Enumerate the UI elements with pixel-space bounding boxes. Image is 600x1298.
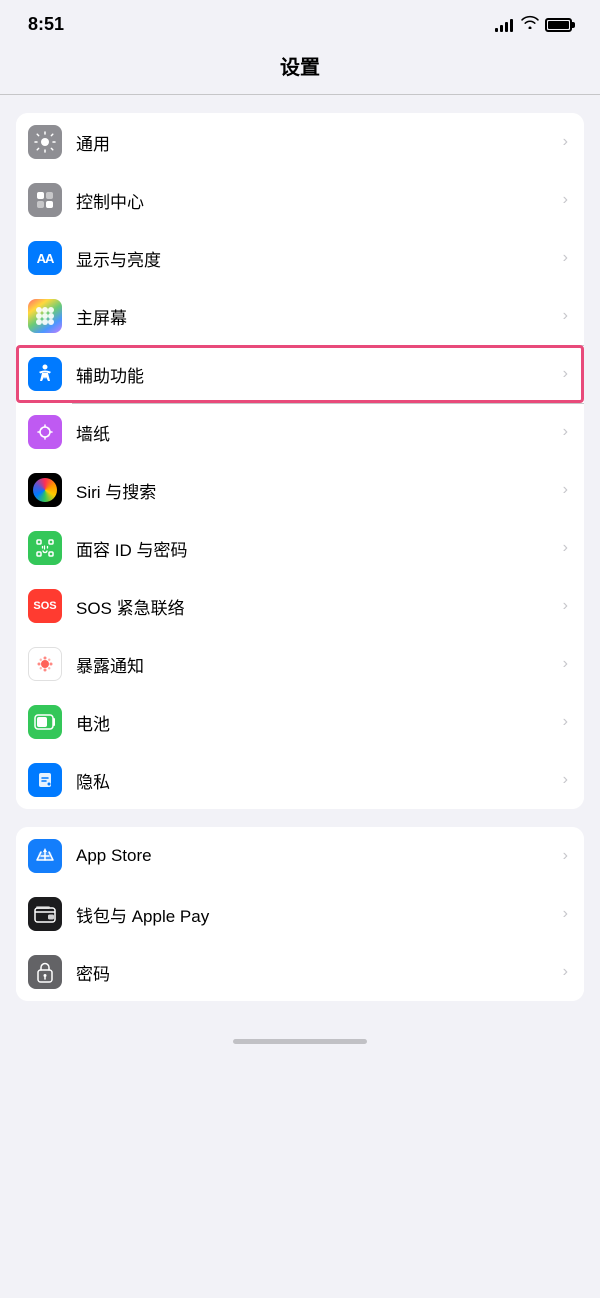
wallet-label: 钱包与 Apple Pay	[76, 902, 563, 927]
appstore-icon	[28, 839, 62, 873]
wallet-icon	[28, 897, 62, 931]
siri-icon	[28, 473, 62, 507]
battery-settings-chevron: ›	[563, 713, 568, 731]
control-center-chevron: ›	[563, 191, 568, 209]
exposure-chevron: ›	[563, 655, 568, 673]
privacy-icon	[28, 763, 62, 797]
row-wallpaper[interactable]: 墙纸 ›	[16, 403, 584, 461]
settings-group-store: App Store › 钱包与 Apple Pay › 密码 ›	[16, 827, 584, 1001]
display-label: 显示与亮度	[76, 246, 563, 271]
password-label: 密码	[76, 960, 563, 985]
row-home-screen[interactable]: 主屏幕 ›	[16, 287, 584, 345]
wallet-chevron: ›	[563, 905, 568, 923]
exposure-label: 暴露通知	[76, 652, 563, 677]
battery-settings-label: 电池	[76, 710, 563, 735]
privacy-chevron: ›	[563, 771, 568, 789]
row-appstore[interactable]: App Store ›	[16, 827, 584, 885]
wallpaper-chevron: ›	[563, 423, 568, 441]
siri-label: Siri 与搜索	[76, 478, 563, 503]
faceid-label: 面容 ID 与密码	[76, 536, 563, 561]
row-exposure[interactable]: 暴露通知 ›	[16, 635, 584, 693]
appstore-chevron: ›	[563, 847, 568, 865]
row-display[interactable]: AA 显示与亮度 ›	[16, 229, 584, 287]
row-general[interactable]: 通用 ›	[16, 113, 584, 171]
general-chevron: ›	[563, 133, 568, 151]
signal-icon	[495, 18, 513, 32]
home-screen-chevron: ›	[563, 307, 568, 325]
row-siri[interactable]: Siri 与搜索 ›	[16, 461, 584, 519]
row-control-center[interactable]: 控制中心 ›	[16, 171, 584, 229]
row-battery[interactable]: 电池 ›	[16, 693, 584, 751]
sos-label: SOS 紧急联络	[76, 594, 563, 619]
wifi-icon	[521, 15, 539, 34]
battery-icon	[545, 18, 572, 32]
faceid-chevron: ›	[563, 539, 568, 557]
wallpaper-label: 墙纸	[76, 420, 563, 445]
appstore-label: App Store	[76, 846, 563, 866]
row-accessibility[interactable]: 辅助功能 ›	[16, 345, 584, 403]
status-time: 8:51	[28, 14, 64, 35]
sos-chevron: ›	[563, 597, 568, 615]
control-center-icon	[28, 183, 62, 217]
row-wallet[interactable]: 钱包与 Apple Pay ›	[16, 885, 584, 943]
row-sos[interactable]: SOS SOS 紧急联络 ›	[16, 577, 584, 635]
privacy-label: 隐私	[76, 768, 563, 793]
sos-icon: SOS	[28, 589, 62, 623]
accessibility-label: 辅助功能	[76, 362, 563, 387]
settings-group-general: 通用 › 控制中心 › AA 显示与亮度 ›	[16, 113, 584, 809]
battery-settings-icon	[28, 705, 62, 739]
home-screen-label: 主屏幕	[76, 304, 563, 329]
row-passwords[interactable]: 密码 ›	[16, 943, 584, 1001]
display-chevron: ›	[563, 249, 568, 267]
accessibility-icon	[28, 357, 62, 391]
general-icon	[28, 125, 62, 159]
password-icon	[28, 955, 62, 989]
home-indicator	[233, 1039, 367, 1044]
siri-ball	[33, 478, 57, 502]
status-icons	[495, 15, 572, 34]
home-screen-icon	[28, 299, 62, 333]
status-bar: 8:51	[0, 0, 600, 43]
accessibility-chevron: ›	[563, 365, 568, 383]
siri-chevron: ›	[563, 481, 568, 499]
row-faceid[interactable]: 面容 ID 与密码 ›	[16, 519, 584, 577]
general-label: 通用	[76, 130, 563, 155]
control-center-label: 控制中心	[76, 188, 563, 213]
row-privacy[interactable]: 隐私 ›	[16, 751, 584, 809]
display-icon: AA	[28, 241, 62, 275]
password-chevron: ›	[563, 963, 568, 981]
page-title: 设置	[0, 43, 600, 94]
home-indicator-area	[0, 1019, 600, 1054]
exposure-icon	[28, 647, 62, 681]
wallpaper-icon	[28, 415, 62, 449]
faceid-icon	[28, 531, 62, 565]
battery-fill	[548, 21, 569, 29]
